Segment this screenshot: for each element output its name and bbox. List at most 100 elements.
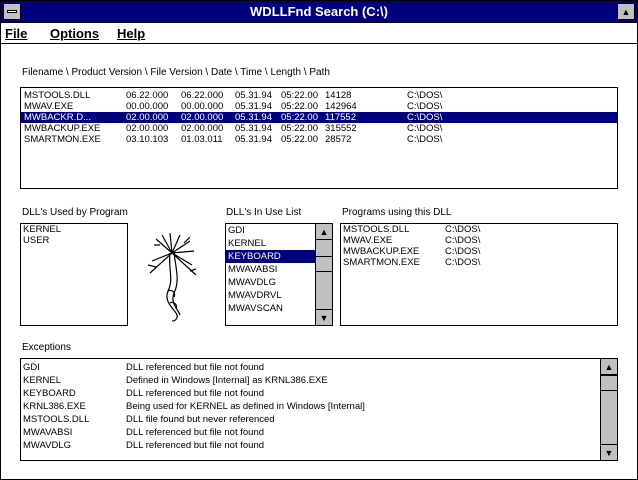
- file-path-cell: C:\DOS\: [407, 101, 443, 112]
- exceptions-items: GDI DLL referenced but file not found KERN…: [21, 361, 617, 452]
- exception-row[interactable]: GDI DLL referenced but file not found: [21, 361, 617, 374]
- file-row[interactable]: MWBACKUP.EXE 02.00.000 02.00.000 05.31.94 05…: [21, 123, 617, 134]
- file-fver-cell: 01.03.011: [181, 134, 223, 145]
- program-path-cell: C:\DOS\: [445, 246, 481, 257]
- file-name-cell: MSTOOLS.DLL: [24, 90, 91, 101]
- dll-in-use-item[interactable]: MWAVSCAN: [226, 302, 316, 315]
- programs-using-label: Programs using this DLL: [342, 207, 452, 218]
- program-row[interactable]: MWAV.EXE C:\DOS\: [341, 235, 617, 246]
- exceptions-scrollbar[interactable]: ▲ ▼: [600, 359, 617, 460]
- dll-in-use-item[interactable]: MWAVABSI: [226, 263, 316, 276]
- app-window: WDLLFnd Search (C:\) ▲ File Options Help…: [0, 0, 638, 480]
- exception-msg-cell: Defined in Windows [Internal] as KRNL386…: [126, 375, 328, 386]
- menu-options[interactable]: Options: [50, 26, 99, 41]
- dlls-used-list[interactable]: KERNEL USER: [20, 223, 128, 326]
- exception-msg-cell: DLL referenced but file not found: [126, 427, 265, 438]
- file-time-cell: 05:22.00: [281, 90, 318, 101]
- file-date-cell: 05.31.94: [235, 134, 272, 145]
- file-fver-cell: 00.00.000: [181, 101, 224, 112]
- exception-name-cell: KRNL386.EXE: [23, 401, 86, 412]
- file-fver-cell: 06.22.000: [181, 90, 224, 101]
- scroll-down-arrow-icon[interactable]: ▼: [601, 444, 617, 460]
- program-name-cell: MWAV.EXE: [343, 235, 393, 246]
- file-date-cell: 05.31.94: [235, 101, 272, 112]
- program-row[interactable]: SMARTMON.EXE C:\DOS\: [341, 257, 617, 268]
- menu-file[interactable]: File: [5, 26, 27, 41]
- scroll-thumb[interactable]: [316, 256, 332, 272]
- file-name-cell: SMARTMON.EXE: [24, 134, 101, 145]
- file-pver-cell: 03.10.103: [126, 134, 169, 145]
- file-time-cell: 05:22.00: [281, 134, 318, 145]
- file-columns-header: Filename \ Product Version \ File Versio…: [22, 67, 330, 78]
- exception-row[interactable]: MWAVABSI DLL referenced but file not foun…: [21, 426, 617, 439]
- file-len-cell: 142964: [325, 101, 357, 112]
- menu-bar: File Options Help: [1, 24, 637, 44]
- exception-msg-cell: DLL referenced but file not found: [126, 362, 265, 373]
- exception-name-cell: KERNEL: [23, 375, 62, 386]
- exceptions-list[interactable]: GDI DLL referenced but file not found KERN…: [20, 358, 618, 461]
- file-date-cell: 05.31.94: [235, 112, 272, 123]
- exception-row[interactable]: KERNEL Defined in Windows [Internal] as K…: [21, 374, 617, 387]
- exception-msg-cell: DLL referenced but file not found: [126, 388, 265, 399]
- program-row[interactable]: MSTOOLS.DLL C:\DOS\: [341, 224, 617, 235]
- file-row[interactable]: SMARTMON.EXE 03.10.103 01.03.011 05.31.94 05…: [21, 134, 617, 145]
- dlls-used-label: DLL's Used by Program: [22, 207, 128, 218]
- exception-name-cell: KEYBOARD: [23, 388, 76, 399]
- file-row[interactable]: MSTOOLS.DLL 06.22.000 06.22.000 05.31.94 05:…: [21, 90, 617, 101]
- file-fver-cell: 02.00.000: [181, 123, 224, 134]
- file-date-cell: 05.31.94: [235, 90, 272, 101]
- file-pver-cell: 00.00.000: [126, 101, 169, 112]
- menu-help[interactable]: Help: [117, 26, 145, 41]
- dll-used-item[interactable]: USER: [21, 235, 127, 246]
- exception-name-cell: MWAVABSI: [23, 427, 73, 438]
- file-name-cell: MWBACKR.D...: [24, 112, 92, 123]
- dll-in-use-item[interactable]: KEYBOARD: [226, 250, 316, 263]
- file-row[interactable]: MWBACKR.D... 02.00.000 02.00.000 05.31.94 05…: [21, 112, 617, 123]
- file-time-cell: 05:22.00: [281, 101, 318, 112]
- file-path-cell: C:\DOS\: [407, 134, 443, 145]
- dll-in-use-item[interactable]: MWAVDRVL: [226, 289, 316, 302]
- scroll-down-arrow-icon[interactable]: ▼: [316, 309, 332, 325]
- dll-used-item[interactable]: KERNEL: [21, 224, 127, 235]
- dlls-in-use-list[interactable]: GDI KERNEL KEYBOARD MWAVABSI MWAVDLG MWAVDRVL…: [225, 223, 333, 326]
- file-path-cell: C:\DOS\: [407, 123, 443, 134]
- scroll-thumb[interactable]: [601, 375, 617, 391]
- file-date-cell: 05.31.94: [235, 123, 272, 134]
- exception-msg-cell: DLL file found but never referenced: [126, 414, 275, 425]
- dll-in-use-item[interactable]: KERNEL: [226, 237, 316, 250]
- title-bar[interactable]: WDLLFnd Search (C:\) ▲: [1, 1, 637, 23]
- program-path-cell: C:\DOS\: [445, 235, 481, 246]
- program-row[interactable]: MWBACKUP.EXE C:\DOS\: [341, 246, 617, 257]
- exception-row[interactable]: MSTOOLS.DLL DLL file found but never refe…: [21, 413, 617, 426]
- maximize-arrow-icon[interactable]: ▲: [617, 3, 635, 20]
- exception-row[interactable]: KEYBOARD DLL referenced but file not foun…: [21, 387, 617, 400]
- dlls-in-use-scrollbar[interactable]: ▲ ▼: [315, 224, 332, 325]
- scroll-up-arrow-icon[interactable]: ▲: [601, 359, 617, 375]
- exception-name-cell: GDI: [23, 362, 40, 373]
- programs-using-list[interactable]: MSTOOLS.DLL C:\DOS\ MWAV.EXE C:\DOS\ MWBACKU…: [340, 223, 618, 326]
- file-pver-cell: 02.00.000: [126, 112, 169, 123]
- scroll-up-arrow-icon[interactable]: ▲: [316, 224, 332, 240]
- file-path-cell: C:\DOS\: [407, 90, 443, 101]
- file-name-cell: MWBACKUP.EXE: [24, 123, 101, 134]
- file-time-cell: 05:22.00: [281, 112, 318, 123]
- exception-row[interactable]: KRNL386.EXE Being used for KERNEL as defi…: [21, 400, 617, 413]
- window-title: WDLLFnd Search (C:\): [250, 4, 388, 19]
- file-len-cell: 315552: [325, 123, 357, 134]
- dlls-in-use-label: DLL's In Use List: [226, 207, 302, 218]
- file-len-cell: 117552: [325, 112, 356, 123]
- file-pver-cell: 06.22.000: [126, 90, 169, 101]
- exception-msg-cell: DLL referenced but file not found: [126, 440, 265, 451]
- dll-in-use-item[interactable]: GDI: [226, 224, 316, 237]
- file-len-cell: 14128: [325, 90, 352, 101]
- file-pver-cell: 02.00.000: [126, 123, 169, 134]
- file-path-cell: C:\DOS\: [407, 112, 443, 123]
- dll-in-use-item[interactable]: MWAVDLG: [226, 276, 316, 289]
- exceptions-label: Exceptions: [22, 342, 71, 353]
- program-path-cell: C:\DOS\: [445, 224, 481, 235]
- file-row[interactable]: MWAV.EXE 00.00.000 00.00.000 05.31.94 05:22.…: [21, 101, 617, 112]
- exception-row[interactable]: MWAVDLG DLL referenced but file not found: [21, 439, 617, 452]
- exception-msg-cell: Being used for KERNEL as defined in Wind…: [126, 401, 365, 412]
- file-fver-cell: 02.00.000: [181, 112, 224, 123]
- file-list[interactable]: MSTOOLS.DLL 06.22.000 06.22.000 05.31.94 05:…: [20, 87, 618, 189]
